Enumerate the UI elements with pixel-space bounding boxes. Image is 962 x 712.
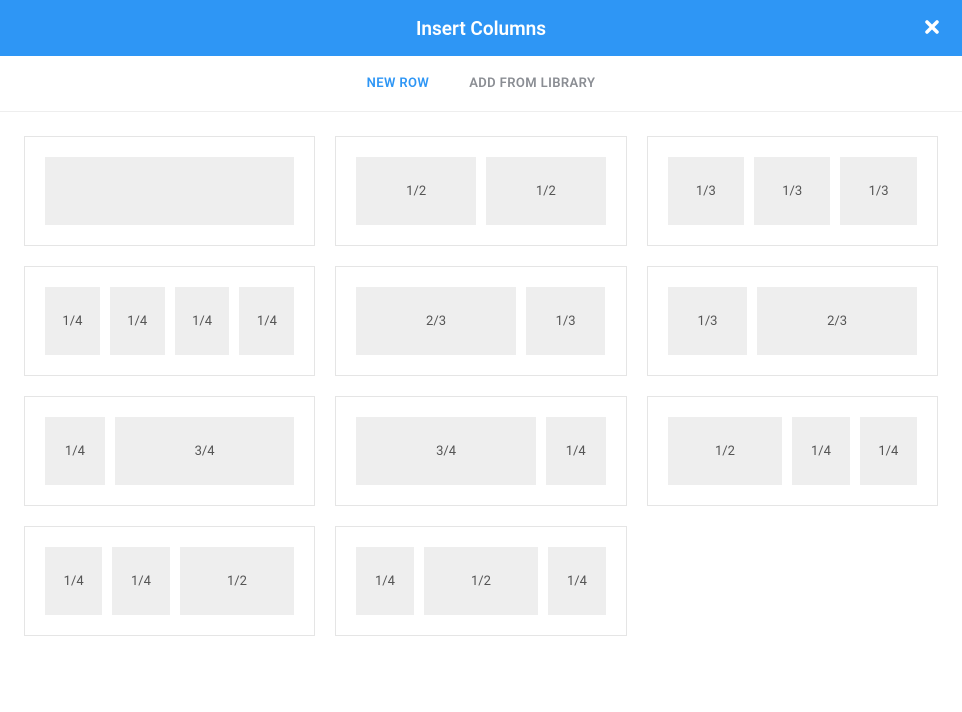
column-box: 1/4: [45, 287, 100, 355]
modal-header: Insert Columns: [0, 0, 962, 56]
layout-1-2-1-2[interactable]: 1/21/2: [335, 136, 626, 246]
column-box: 1/3: [754, 157, 830, 225]
tab-bar: NEW ROW ADD FROM LIBRARY: [0, 56, 962, 112]
layout-full[interactable]: [24, 136, 315, 246]
column-box: 1/3: [668, 287, 748, 355]
layout-1-4-1-4-1-2[interactable]: 1/41/41/2: [24, 526, 315, 636]
modal-title: Insert Columns: [416, 17, 546, 40]
column-box: 1/4: [860, 417, 917, 485]
column-box: 3/4: [115, 417, 295, 485]
column-box: 1/4: [548, 547, 605, 615]
column-box: 3/4: [356, 417, 536, 485]
column-box: [45, 157, 294, 225]
layout-1-4-1-2-1-4[interactable]: 1/41/21/4: [335, 526, 626, 636]
column-box: 1/4: [792, 417, 849, 485]
column-box: 1/2: [356, 157, 476, 225]
layout-1-3-x3[interactable]: 1/31/31/3: [647, 136, 938, 246]
column-box: 1/4: [546, 417, 606, 485]
close-button[interactable]: [924, 18, 940, 38]
close-icon: [924, 16, 940, 40]
column-box: 2/3: [757, 287, 916, 355]
column-box: 2/3: [356, 287, 515, 355]
column-box: 1/2: [180, 547, 295, 615]
column-box: 1/4: [175, 287, 230, 355]
column-box: 1/4: [356, 547, 413, 615]
layout-1-2-1-4-1-4[interactable]: 1/21/41/4: [647, 396, 938, 506]
column-box: 1/4: [45, 417, 105, 485]
layout-2-3-1-3[interactable]: 2/31/3: [335, 266, 626, 376]
column-box: 1/4: [110, 287, 165, 355]
layout-1-3-2-3[interactable]: 1/32/3: [647, 266, 938, 376]
column-box: 1/4: [112, 547, 169, 615]
tab-add-from-library[interactable]: ADD FROM LIBRARY: [469, 76, 595, 91]
column-box: 1/2: [668, 417, 783, 485]
column-box: 1/2: [486, 157, 606, 225]
layout-1-4-3-4[interactable]: 1/43/4: [24, 396, 315, 506]
column-box: 1/2: [424, 547, 539, 615]
tab-new-row[interactable]: NEW ROW: [367, 76, 430, 91]
column-box: 1/4: [45, 547, 102, 615]
layouts-grid: 1/21/21/31/31/31/41/41/41/42/31/31/32/31…: [0, 112, 962, 660]
layout-3-4-1-4[interactable]: 3/41/4: [335, 396, 626, 506]
column-box: 1/4: [239, 287, 294, 355]
column-box: 1/3: [526, 287, 606, 355]
column-box: 1/3: [840, 157, 916, 225]
column-box: 1/3: [668, 157, 744, 225]
layout-1-4-x4[interactable]: 1/41/41/41/4: [24, 266, 315, 376]
